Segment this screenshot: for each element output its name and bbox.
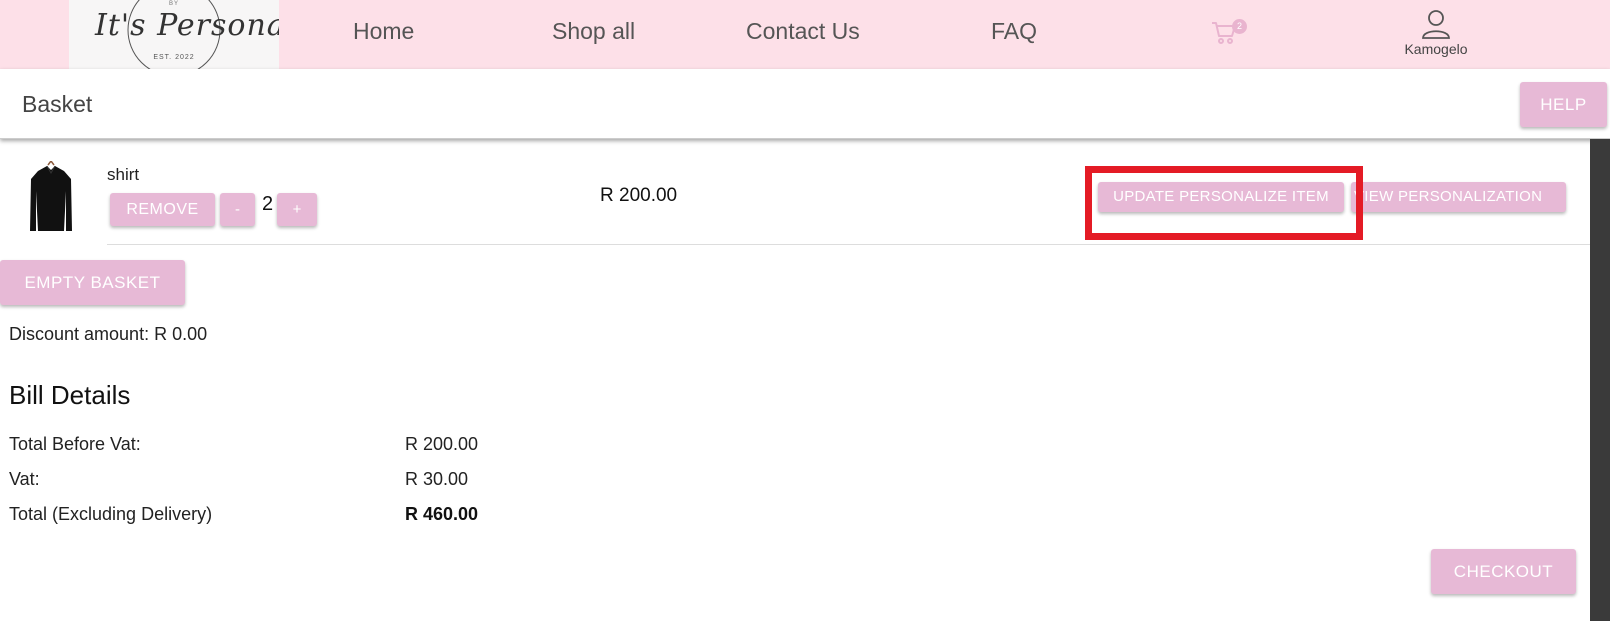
item-name: shirt	[107, 165, 140, 184]
bill-details-heading: Bill Details	[9, 380, 131, 410]
cart-count-badge: 2	[1232, 19, 1247, 34]
nav-link-shop-all[interactable]: Shop all	[552, 18, 635, 45]
nav-link-contact-us[interactable]: Contact Us	[746, 18, 860, 45]
item-divider	[107, 244, 1590, 245]
brand-logo[interactable]: BY It's Personal EST. 2022	[69, 0, 279, 69]
nav-link-faq[interactable]: FAQ	[991, 18, 1037, 45]
discount-amount: Discount amount: R 0.00	[9, 324, 208, 344]
checkout-button[interactable]: CHECKOUT	[1431, 549, 1576, 594]
item-price: R 200.00	[600, 185, 678, 206]
cart-button[interactable]: 2	[1210, 18, 1247, 48]
total-value: R 460.00	[405, 504, 479, 524]
view-personalization-button[interactable]: VIEW PERSONALIZATION	[1351, 182, 1566, 212]
logo-tagline: EST. 2022	[153, 54, 195, 61]
increase-quantity-button[interactable]: +	[277, 193, 317, 226]
empty-basket-button[interactable]: EMPTY BASKET	[0, 260, 185, 305]
logo-top-text: BY	[168, 1, 179, 7]
update-personalize-item-button[interactable]: UPDATE PERSONALIZE ITEM	[1098, 182, 1344, 212]
help-button[interactable]: HELP	[1520, 82, 1607, 127]
shirt-product-image[interactable]	[26, 161, 76, 233]
vat-label: Vat:	[9, 469, 40, 489]
vertical-scrollbar[interactable]	[1590, 139, 1610, 621]
logo-script-text: It's Personal	[95, 8, 279, 43]
item-quantity: 2	[262, 193, 274, 215]
user-icon	[1422, 10, 1450, 39]
user-account[interactable]: Kamogelo	[1396, 8, 1476, 60]
total-label: Total (Excluding Delivery)	[9, 504, 213, 524]
decrease-quantity-button[interactable]: -	[220, 193, 255, 226]
vat-value: R 30.00	[405, 469, 469, 489]
user-name: Kamogelo	[1404, 41, 1468, 57]
basket-toolbar: Basket HELP	[0, 69, 1610, 139]
remove-item-button[interactable]: REMOVE	[110, 193, 215, 226]
total-before-vat-label: Total Before Vat:	[9, 434, 141, 454]
total-before-vat-value: R 200.00	[405, 434, 479, 454]
top-navbar: BY It's Personal EST. 2022 Home Shop all…	[0, 0, 1610, 69]
nav-link-home[interactable]: Home	[353, 18, 414, 45]
page-title: Basket	[22, 91, 93, 117]
